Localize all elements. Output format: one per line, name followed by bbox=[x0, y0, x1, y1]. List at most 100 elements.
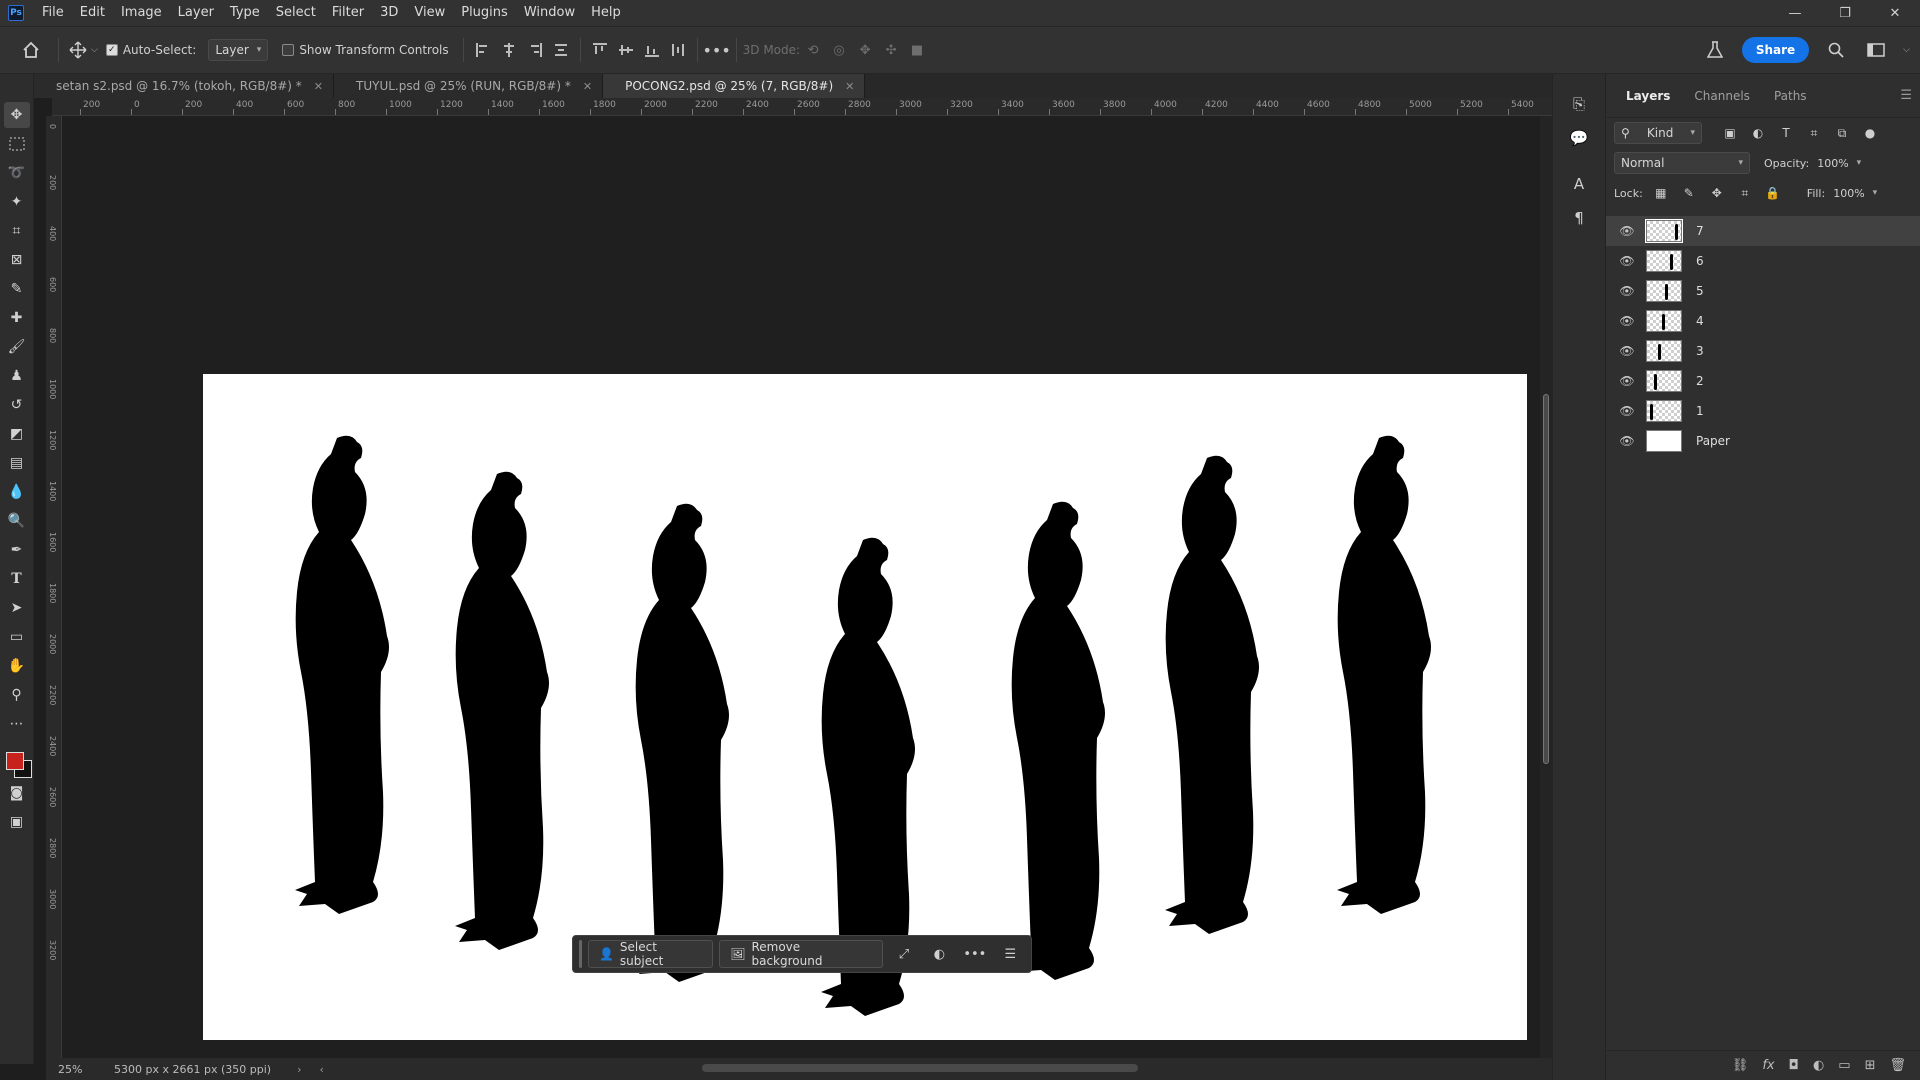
transform-icon[interactable]: ⤢ bbox=[889, 940, 918, 968]
menu-plugins[interactable]: Plugins bbox=[453, 0, 516, 26]
3d-orbit-icon[interactable]: ⟲ bbox=[800, 37, 826, 63]
distribute-horizontal-icon[interactable] bbox=[665, 37, 691, 63]
pen-icon[interactable]: ✒ bbox=[4, 537, 30, 563]
home-icon[interactable] bbox=[18, 37, 44, 63]
horizontal-ruler[interactable]: 200 0 200 400 600 800 1000 1200 1400 1600 1800 2000… bbox=[52, 98, 1552, 116]
more-tools-icon[interactable]: ⋯ bbox=[4, 711, 30, 737]
menu-help[interactable]: Help bbox=[583, 0, 629, 26]
3d-camera-icon[interactable]: ■ bbox=[904, 37, 930, 63]
type-tool-icon[interactable]: T bbox=[4, 566, 30, 592]
zoom-tool-icon[interactable]: ⚲ bbox=[4, 682, 30, 708]
align-right-icon[interactable] bbox=[522, 37, 548, 63]
remove-background-button[interactable]: 🖼 Remove background bbox=[719, 940, 884, 968]
magic-wand-icon[interactable]: ✦ bbox=[4, 189, 30, 215]
chevron-left-icon[interactable]: ‹ bbox=[319, 1063, 323, 1076]
distribute-vertical-icon[interactable] bbox=[548, 37, 574, 63]
lock-all-icon[interactable]: 🔒 bbox=[1763, 183, 1783, 203]
minimize-button[interactable]: — bbox=[1770, 0, 1820, 26]
filter-kind-dropdown[interactable]: ⚲ Kind ▾ bbox=[1614, 122, 1702, 144]
vertical-scrollbar[interactable] bbox=[1540, 116, 1552, 1058]
menu-layer[interactable]: Layer bbox=[170, 0, 222, 26]
menu-type[interactable]: Type bbox=[222, 0, 268, 26]
show-transform-controls-checkbox[interactable]: Show Transform Controls bbox=[282, 43, 449, 57]
adjustment-layer-icon[interactable]: ◐ bbox=[1813, 1058, 1824, 1073]
close-icon[interactable]: ✕ bbox=[314, 80, 323, 93]
menu-filter[interactable]: Filter bbox=[324, 0, 372, 26]
hand-tool-icon[interactable]: ✋ bbox=[4, 653, 30, 679]
share-button[interactable]: Share bbox=[1741, 37, 1810, 63]
clone-stamp-icon[interactable]: ♟ bbox=[4, 363, 30, 389]
canvas-workspace[interactable] bbox=[62, 116, 1552, 1058]
select-subject-button[interactable]: 👤 Select subject bbox=[587, 940, 714, 968]
eyedropper-icon[interactable]: ✎ bbox=[4, 276, 30, 302]
3d-roll-icon[interactable]: ◎ bbox=[826, 37, 852, 63]
workspace-switcher-icon[interactable] bbox=[1863, 37, 1889, 63]
3d-slide-icon[interactable]: ✣ bbox=[878, 37, 904, 63]
chevron-down-icon[interactable]: ▾ bbox=[1873, 188, 1878, 198]
smart-object-filter-icon[interactable]: ⧉ bbox=[1832, 123, 1852, 143]
lasso-icon[interactable]: ➰ bbox=[4, 160, 30, 186]
menu-3d[interactable]: 3D bbox=[372, 0, 406, 26]
add-mask-icon[interactable]: ◘ bbox=[1789, 1058, 1799, 1073]
rectangular-marquee-icon[interactable] bbox=[4, 131, 30, 157]
visibility-eye-icon[interactable]: 👁 bbox=[1618, 434, 1636, 448]
move-tool-icon[interactable] bbox=[65, 37, 91, 63]
visibility-eye-icon[interactable]: 👁 bbox=[1618, 254, 1636, 268]
auto-select-target-dropdown[interactable]: Layer ▾ bbox=[208, 39, 269, 61]
more-options-icon[interactable]: ••• bbox=[960, 940, 989, 968]
horizontal-scrollbar-thumb[interactable] bbox=[702, 1064, 1138, 1072]
blur-icon[interactable]: 💧 bbox=[4, 479, 30, 505]
image-filter-icon[interactable]: ▣ bbox=[1720, 123, 1740, 143]
lock-position-icon[interactable]: ✥ bbox=[1707, 183, 1727, 203]
layer-row-2[interactable]: 👁 2 bbox=[1606, 366, 1920, 396]
link-layers-icon[interactable]: ⛓ bbox=[1732, 1058, 1749, 1073]
layer-row-5[interactable]: 👁 5 bbox=[1606, 276, 1920, 306]
zoom-level[interactable]: 25% bbox=[46, 1063, 96, 1076]
align-top-icon[interactable] bbox=[587, 37, 613, 63]
foreground-color-swatch[interactable] bbox=[5, 752, 24, 770]
menu-window[interactable]: Window bbox=[516, 0, 583, 26]
close-icon[interactable]: ✕ bbox=[845, 80, 854, 93]
align-horizontal-center-icon[interactable] bbox=[496, 37, 522, 63]
restore-button[interactable]: ❐ bbox=[1820, 0, 1870, 26]
history-icon[interactable]: ⎘ bbox=[1567, 92, 1591, 116]
checkbox-unchecked-icon[interactable] bbox=[282, 44, 295, 56]
panel-menu-icon[interactable]: ☰ bbox=[1900, 88, 1912, 103]
tab-tuyul[interactable]: TUYUL.psd @ 25% (RUN, RGB/8#) * ✕ bbox=[334, 74, 604, 98]
search-icon[interactable] bbox=[1823, 37, 1849, 63]
lock-image-pixels-icon[interactable]: ✎ bbox=[1679, 183, 1699, 203]
layer-row-paper[interactable]: 👁 Paper bbox=[1606, 426, 1920, 456]
layer-row-4[interactable]: 👁 4 bbox=[1606, 306, 1920, 336]
crop-icon[interactable]: ⌗ bbox=[4, 218, 30, 244]
menu-file[interactable]: File bbox=[34, 0, 72, 26]
3d-pan-icon[interactable]: ✥ bbox=[852, 37, 878, 63]
layer-style-fx-icon[interactable]: fx bbox=[1762, 1058, 1774, 1073]
tab-pocong2[interactable]: POCONG2.psd @ 25% (7, RGB/8#) ✕ bbox=[603, 74, 866, 98]
move-tool-icon[interactable]: ✥ bbox=[3, 102, 30, 128]
frame-icon[interactable]: ⊠ bbox=[4, 247, 30, 273]
new-layer-icon[interactable]: ⊞ bbox=[1865, 1058, 1876, 1073]
dodge-icon[interactable]: 🔍 bbox=[4, 508, 30, 534]
align-vertical-center-icon[interactable] bbox=[613, 37, 639, 63]
visibility-eye-icon[interactable]: 👁 bbox=[1618, 224, 1636, 238]
vertical-ruler[interactable]: 0 200 400 600 800 1000 1200 1400 1600 1800 2000 220… bbox=[46, 116, 62, 1058]
trash-icon[interactable]: 🗑 bbox=[1889, 1058, 1906, 1073]
tab-layers[interactable]: Layers bbox=[1614, 74, 1682, 118]
lock-artboard-icon[interactable]: ⌗ bbox=[1735, 183, 1755, 203]
rectangle-tool-icon[interactable]: ▭ bbox=[4, 624, 30, 650]
auto-select-checkbox[interactable]: ✓ Auto-Select: bbox=[105, 43, 196, 57]
blend-mode-dropdown[interactable]: Normal ▾ bbox=[1614, 152, 1750, 174]
checkbox-checked-icon[interactable]: ✓ bbox=[105, 44, 118, 56]
path-selection-icon[interactable]: ➤ bbox=[4, 595, 30, 621]
visibility-eye-icon[interactable]: 👁 bbox=[1618, 314, 1636, 328]
settings-sliders-icon[interactable]: ☰ bbox=[996, 940, 1025, 968]
layer-row-6[interactable]: 👁 6 bbox=[1606, 246, 1920, 276]
brush-icon[interactable]: 🖌 bbox=[4, 334, 30, 360]
menu-view[interactable]: View bbox=[406, 0, 453, 26]
align-left-icon[interactable] bbox=[470, 37, 496, 63]
opacity-value[interactable]: 100% bbox=[1817, 157, 1848, 170]
quick-mask-icon[interactable]: ◙ bbox=[4, 780, 30, 806]
menu-select[interactable]: Select bbox=[268, 0, 324, 26]
eraser-icon[interactable]: ◩ bbox=[4, 421, 30, 447]
visibility-eye-icon[interactable]: 👁 bbox=[1618, 344, 1636, 358]
